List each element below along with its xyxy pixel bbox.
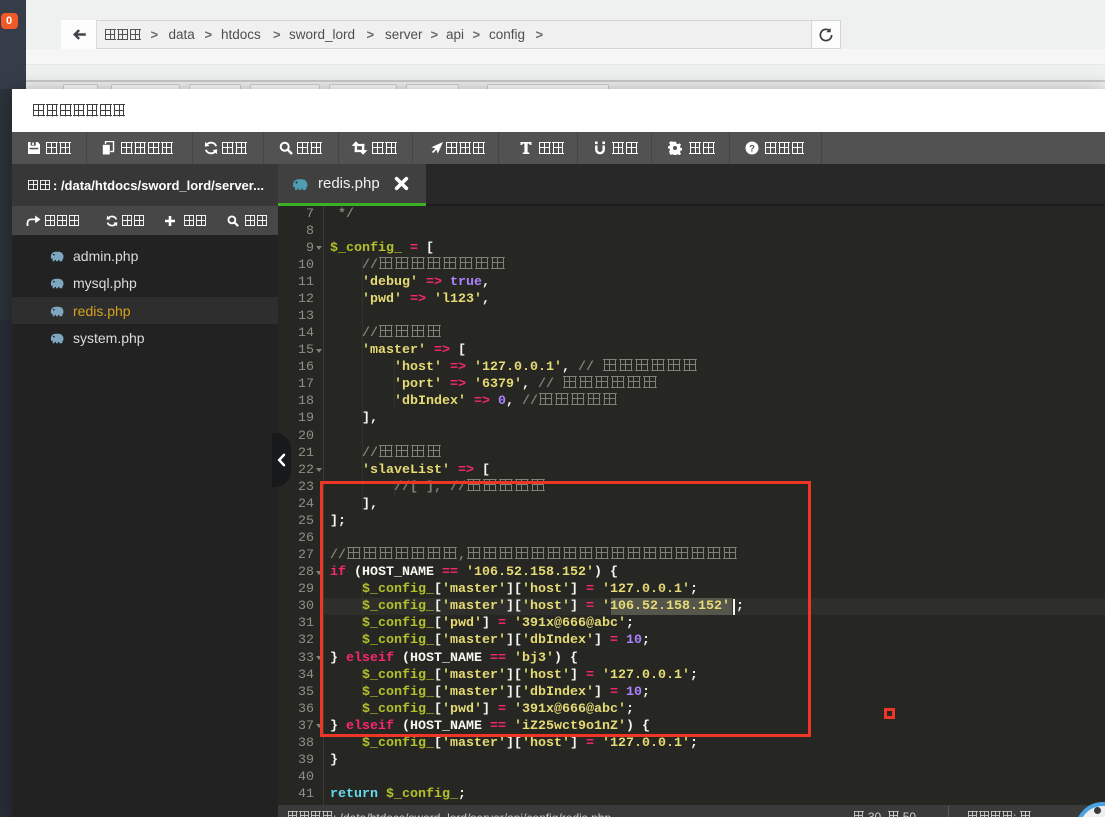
- svg-text:?: ?: [749, 143, 755, 154]
